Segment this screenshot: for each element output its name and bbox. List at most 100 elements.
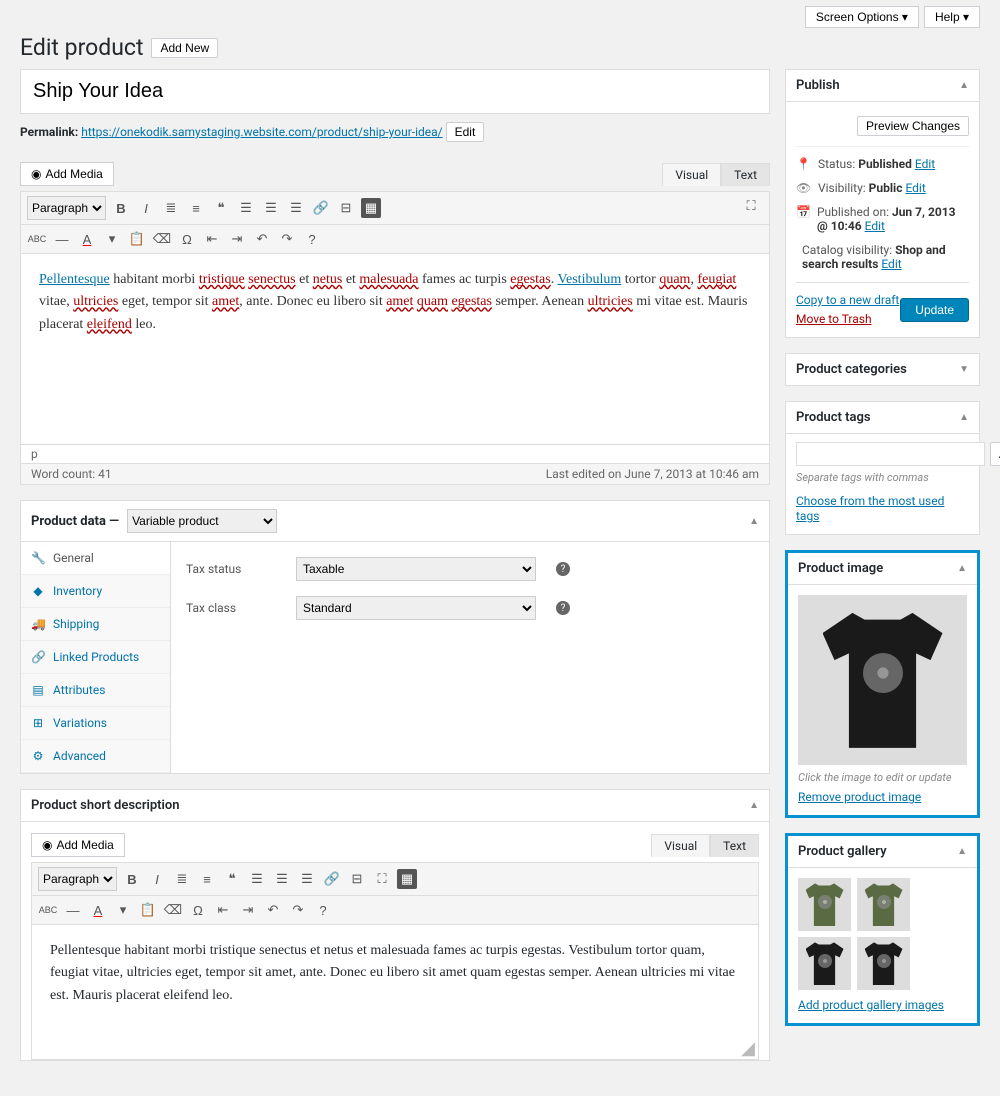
tab-advanced[interactable]: ⚙Advanced xyxy=(21,740,170,773)
quote-icon[interactable]: ❝ xyxy=(222,869,242,889)
collapse-icon[interactable]: ▲ xyxy=(957,563,967,574)
editor-content[interactable]: Pellentesque habitant morbi tristique se… xyxy=(21,254,769,444)
ul-icon[interactable]: ≣ xyxy=(172,869,192,889)
gallery-item[interactable] xyxy=(798,878,851,931)
help-button[interactable]: Help ▾ xyxy=(924,6,980,28)
italic-icon[interactable]: I xyxy=(136,198,156,218)
collapse-icon[interactable]: ▲ xyxy=(959,412,969,423)
toolbar-toggle-icon[interactable]: ▦ xyxy=(397,869,417,889)
tag-add-button[interactable]: Add xyxy=(990,442,1000,466)
redo-icon[interactable]: ↷ xyxy=(288,900,308,920)
remove-image-link[interactable]: Remove product image xyxy=(798,790,921,804)
ol-icon[interactable]: ≡ xyxy=(197,869,217,889)
help-icon[interactable]: ? xyxy=(313,900,333,920)
outdent-icon[interactable]: ⇤ xyxy=(213,900,233,920)
omega-icon[interactable]: Ω xyxy=(188,900,208,920)
bold-icon[interactable]: B xyxy=(111,198,131,218)
help-dot-icon[interactable]: ? xyxy=(556,601,570,615)
choose-tags-link[interactable]: Choose from the most used tags xyxy=(796,494,944,523)
collapse-icon[interactable]: ▲ xyxy=(749,516,759,527)
abc-icon[interactable]: ABC xyxy=(27,229,47,249)
collapse-icon[interactable]: ▲ xyxy=(959,80,969,91)
redo-icon[interactable]: ↷ xyxy=(277,229,297,249)
editor-tab-visual[interactable]: Visual xyxy=(662,163,721,186)
link-icon[interactable]: 🔗 xyxy=(322,869,342,889)
link-icon[interactable]: 🔗 xyxy=(311,198,331,218)
collapse-icon[interactable]: ▲ xyxy=(749,800,759,811)
textcolor-icon[interactable]: A xyxy=(88,900,108,920)
short-desc-content[interactable]: Pellentesque habitant morbi tristique se… xyxy=(32,925,758,1045)
expand-icon[interactable]: ▼ xyxy=(959,364,969,375)
short-tab-text[interactable]: Text xyxy=(710,834,759,857)
edit-visibility-link[interactable]: Edit xyxy=(905,181,925,195)
short-format-select[interactable]: Paragraph xyxy=(38,867,117,891)
permalink-url[interactable]: https://onekodik.samystaging.website.com… xyxy=(81,125,442,139)
undo-icon[interactable]: ↶ xyxy=(252,229,272,249)
align-right-icon[interactable]: ☰ xyxy=(297,869,317,889)
hr-icon[interactable]: — xyxy=(63,900,83,920)
fullscreen-icon[interactable]: ⛶ xyxy=(741,196,761,216)
tax-class-select[interactable]: Standard xyxy=(296,596,536,620)
align-left-icon[interactable]: ☰ xyxy=(236,198,256,218)
copy-draft-link[interactable]: Copy to a new draft xyxy=(796,291,899,310)
tab-linked[interactable]: 🔗Linked Products xyxy=(21,641,170,674)
add-new-button[interactable]: Add New xyxy=(151,38,218,58)
gallery-item[interactable] xyxy=(857,937,910,990)
paste-icon[interactable]: 📋 xyxy=(138,900,158,920)
tab-inventory[interactable]: ◆Inventory xyxy=(21,575,170,608)
edit-catalog-link[interactable]: Edit xyxy=(881,257,901,271)
quote-icon[interactable]: ❝ xyxy=(211,198,231,218)
paste-icon[interactable]: 📋 xyxy=(127,229,147,249)
resize-handle-icon[interactable]: ◢ xyxy=(32,1045,758,1059)
product-title-input[interactable] xyxy=(20,69,770,114)
format-select[interactable]: Paragraph xyxy=(27,196,106,220)
tag-input[interactable] xyxy=(796,442,985,466)
align-center-icon[interactable]: ☰ xyxy=(261,198,281,218)
indent-icon[interactable]: ⇥ xyxy=(227,229,247,249)
tab-attributes[interactable]: ▤Attributes xyxy=(21,674,170,707)
indent-icon[interactable]: ⇥ xyxy=(238,900,258,920)
add-gallery-link[interactable]: Add product gallery images xyxy=(798,998,944,1012)
italic-icon[interactable]: I xyxy=(147,869,167,889)
clear-icon[interactable]: ⌫ xyxy=(163,900,183,920)
add-media-button[interactable]: ◉ Add Media xyxy=(20,162,114,186)
toolbar-toggle-icon[interactable]: ▦ xyxy=(361,198,381,218)
help-icon[interactable]: ? xyxy=(302,229,322,249)
tax-status-select[interactable]: Taxable xyxy=(296,557,536,581)
clear-icon[interactable]: ⌫ xyxy=(152,229,172,249)
update-button[interactable]: Update xyxy=(900,298,969,322)
textcolor-icon[interactable]: A xyxy=(77,229,97,249)
omega-icon[interactable]: Ω xyxy=(177,229,197,249)
more-icon[interactable]: ⊟ xyxy=(347,869,367,889)
dropdown-icon[interactable]: ▾ xyxy=(102,229,122,249)
dropdown-icon[interactable]: ▾ xyxy=(113,900,133,920)
tab-variations[interactable]: ⊞Variations xyxy=(21,707,170,740)
gallery-item[interactable] xyxy=(798,937,851,990)
edit-status-link[interactable]: Edit xyxy=(915,157,935,171)
product-image[interactable] xyxy=(798,595,967,765)
more-icon[interactable]: ⊟ xyxy=(336,198,356,218)
short-tab-visual[interactable]: Visual xyxy=(651,834,710,857)
help-dot-icon[interactable]: ? xyxy=(556,562,570,576)
hr-icon[interactable]: — xyxy=(52,229,72,249)
align-center-icon[interactable]: ☰ xyxy=(272,869,292,889)
edit-date-link[interactable]: Edit xyxy=(865,219,885,233)
add-media-button-short[interactable]: ◉ Add Media xyxy=(31,833,125,857)
align-right-icon[interactable]: ☰ xyxy=(286,198,306,218)
ol-icon[interactable]: ≡ xyxy=(186,198,206,218)
collapse-icon[interactable]: ▲ xyxy=(957,846,967,857)
screen-options-button[interactable]: Screen Options ▾ xyxy=(805,6,919,28)
undo-icon[interactable]: ↶ xyxy=(263,900,283,920)
product-type-select[interactable]: Variable product xyxy=(127,509,277,533)
ul-icon[interactable]: ≣ xyxy=(161,198,181,218)
permalink-edit-button[interactable]: Edit xyxy=(446,122,485,142)
dist-free-icon[interactable]: ⛶ xyxy=(372,869,392,889)
gallery-item[interactable] xyxy=(857,878,910,931)
preview-changes-button[interactable]: Preview Changes xyxy=(857,116,969,136)
tab-shipping[interactable]: 🚚Shipping xyxy=(21,608,170,641)
editor-tab-text[interactable]: Text xyxy=(721,163,770,186)
bold-icon[interactable]: B xyxy=(122,869,142,889)
move-trash-link[interactable]: Move to Trash xyxy=(796,310,899,329)
align-left-icon[interactable]: ☰ xyxy=(247,869,267,889)
outdent-icon[interactable]: ⇤ xyxy=(202,229,222,249)
